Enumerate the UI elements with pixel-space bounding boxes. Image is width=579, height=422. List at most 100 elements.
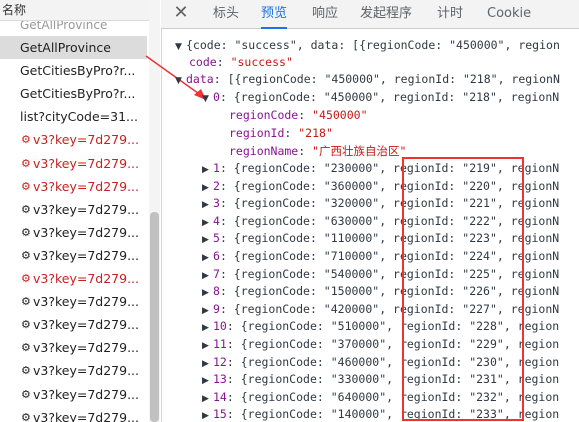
request-row[interactable]: ⚙ v3?key=7d279... <box>0 128 147 151</box>
partial-request-row: GetAllProvince <box>20 21 108 29</box>
json-item-row[interactable]: ▶ 7: {regionCode: "540000", regionId: "22… <box>202 265 559 283</box>
json-item-row[interactable]: ▶ 6: {regionCode: "710000", regionId: "22… <box>202 247 559 265</box>
gear-icon: ⚙ <box>21 248 31 262</box>
gear-icon: ⚙ <box>21 272 31 285</box>
json-index: 4 <box>213 213 220 228</box>
request-row[interactable]: ⚙ v3?key=7d279... <box>0 267 147 290</box>
json-index: 12 <box>213 354 227 369</box>
json-item-row[interactable]: ▶ 11: {regionCode: "370000", regionId: "2… <box>202 335 559 353</box>
collapsed-triangle-icon[interactable]: ▶ <box>202 407 213 422</box>
json-index: 1 <box>213 161 220 175</box>
colon: : <box>219 284 234 299</box>
request-name: v3?key=7d279... <box>33 178 140 194</box>
request-name: v3?key=7d279... <box>33 340 140 356</box>
request-row[interactable]: ⚙ v3?key=7d279... <box>0 198 147 221</box>
request-row[interactable]: ⚙ v3?key=7d279... <box>0 221 147 244</box>
request-row[interactable]: list?cityCode=31... <box>0 105 147 128</box>
json-item-row[interactable]: ▶ 9: {regionCode: "420000", regionId: "22… <box>202 300 559 318</box>
json-field-row: regionName: "广西壮族自治区" <box>229 142 406 160</box>
request-row[interactable]: ⚙ v3?key=7d279... <box>0 290 147 313</box>
request-row[interactable]: GetAllProvince <box>0 36 147 59</box>
colon: : <box>219 196 234 211</box>
request-row[interactable]: ⚙ v3?key=7d279... <box>0 406 147 422</box>
colon: : <box>298 108 313 122</box>
request-row[interactable]: GetCitiesByPro?r... <box>0 82 147 105</box>
json-item-summary: {regionCode: "630000", regionId: "222", … <box>233 213 560 228</box>
json-item-row[interactable]: ▶ 3: {regionCode: "320000", regionId: "22… <box>202 194 559 212</box>
json-item-row[interactable]: ▶ 12: {regionCode: "460000", regionId: "2… <box>202 353 559 371</box>
json-index: 9 <box>213 301 220 316</box>
json-item-summary: {regionCode: "150000", regionId: "226", … <box>233 284 560 299</box>
json-index: 3 <box>213 196 220 211</box>
colon: : <box>219 161 234 175</box>
json-item-row[interactable]: ▶ 2: {regionCode: "360000", regionId: "22… <box>202 177 559 195</box>
json-index: 14 <box>213 389 227 404</box>
gear-icon: ⚙ <box>21 387 31 401</box>
json-index: 15 <box>213 407 227 422</box>
expanded-triangle-icon[interactable]: ▼ <box>175 38 186 56</box>
close-icon[interactable]: ✕ <box>171 3 191 23</box>
tab-cookies[interactable]: Cookie <box>487 0 531 28</box>
request-name: GetCitiesByPro?r... <box>20 63 136 79</box>
request-name: GetCitiesByPro?r... <box>20 86 136 102</box>
json-item-row[interactable]: ▶ 14: {regionCode: "640000", regionId: "2… <box>202 388 559 406</box>
json-key: code <box>189 55 217 69</box>
request-row[interactable]: ⚙ v3?key=7d279... <box>0 152 147 175</box>
json-item-row[interactable]: ▶ 5: {regionCode: "110000", regionId: "22… <box>202 229 559 247</box>
request-row[interactable]: ⚙ v3?key=7d279... <box>0 336 147 359</box>
json-data-row[interactable]: ▼ data: [{regionCode: "450000", regionId:… <box>175 70 560 88</box>
json-preview: ▼ {code: "success", data: [{regionCode: "… <box>161 29 579 422</box>
json-item-summary: {regionCode: "110000", regionId: "223", … <box>233 231 560 246</box>
json-item-row[interactable]: ▶ 8: {regionCode: "150000", regionId: "22… <box>202 282 559 300</box>
json-string-value: "450000" <box>312 108 368 122</box>
json-key: regionName <box>229 144 299 158</box>
request-name: list?cityCode=31... <box>20 109 138 125</box>
json-item-summary: {regionCode: "320000", regionId: "221", … <box>233 196 560 211</box>
json-item-row[interactable]: ▶ 10: {regionCode: "510000", regionId: "2… <box>202 317 559 335</box>
expanded-triangle-icon[interactable]: ▼ <box>202 90 213 108</box>
json-item-0-row[interactable]: ▼ 0: {regionCode: "450000", regionId: "21… <box>202 88 559 106</box>
gear-icon: ⚙ <box>21 364 31 378</box>
tab-preview[interactable]: 预览 <box>261 0 288 29</box>
colon: : <box>213 72 228 86</box>
json-item-row[interactable]: ▶ 13: {regionCode: "330000", regionId: "2… <box>202 370 559 388</box>
json-index: 11 <box>213 337 227 351</box>
detail-tab-bar: ✕ 标头 预览 响应 发起程序 计时 Cookie <box>161 0 579 29</box>
colon: : <box>298 144 313 158</box>
request-row[interactable]: ⚙ v3?key=7d279... <box>0 313 147 336</box>
request-name: v3?key=7d279... <box>33 155 140 171</box>
json-data-summary: [{regionCode: "450000", regionId: "218",… <box>227 72 560 86</box>
json-item-summary: {regionCode: "450000", regionId: "218", … <box>233 90 560 104</box>
tab-timing[interactable]: 计时 <box>437 0 463 28</box>
name-column-header[interactable]: 名称 <box>0 0 149 21</box>
json-item-summary: {regionCode: "510000", regionId: "228", … <box>240 319 560 334</box>
tab-headers[interactable]: 标头 <box>213 0 239 28</box>
request-row[interactable]: ⚙ v3?key=7d279... <box>0 244 147 267</box>
json-key: regionCode <box>229 108 299 122</box>
request-row[interactable]: ⚙ v3?key=7d279... <box>0 359 147 382</box>
json-index: 0 <box>213 90 220 104</box>
json-root-row[interactable]: ▼ {code: "success", data: [{regionCode: "… <box>175 36 560 54</box>
colon: : <box>226 407 241 422</box>
request-row[interactable]: ⚙ v3?key=7d279... <box>0 175 147 198</box>
json-index: 5 <box>213 231 220 246</box>
gear-icon: ⚙ <box>21 341 31 355</box>
colon: : <box>226 319 241 334</box>
colon: : <box>226 337 241 351</box>
request-list-scrollbar-thumb[interactable] <box>150 212 159 422</box>
request-row[interactable]: GetCitiesByPro?r... <box>0 59 147 82</box>
tab-response[interactable]: 响应 <box>312 0 338 28</box>
json-item-row[interactable]: ▶ 15: {regionCode: "140000", regionId: "2… <box>202 405 559 422</box>
colon: : <box>226 389 241 404</box>
request-name: v3?key=7d279... <box>33 271 140 286</box>
request-name: v3?key=7d279... <box>33 132 140 148</box>
tab-initiator[interactable]: 发起程序 <box>360 0 412 28</box>
json-index: 13 <box>213 372 227 387</box>
json-item-summary: {regionCode: "540000", regionId: "225", … <box>233 266 560 281</box>
request-list-panel: 名称 GetAllProvince GetAllProvince GetCitie… <box>0 0 162 422</box>
json-item-row[interactable]: ▶ 1: {regionCode: "230000", regionId: "21… <box>202 159 559 177</box>
gear-icon: ⚙ <box>21 202 31 216</box>
json-item-row[interactable]: ▶ 4: {regionCode: "630000", regionId: "22… <box>202 212 559 230</box>
request-row[interactable]: ⚙ v3?key=7d279... <box>0 383 147 406</box>
expanded-triangle-icon[interactable]: ▼ <box>175 72 186 90</box>
